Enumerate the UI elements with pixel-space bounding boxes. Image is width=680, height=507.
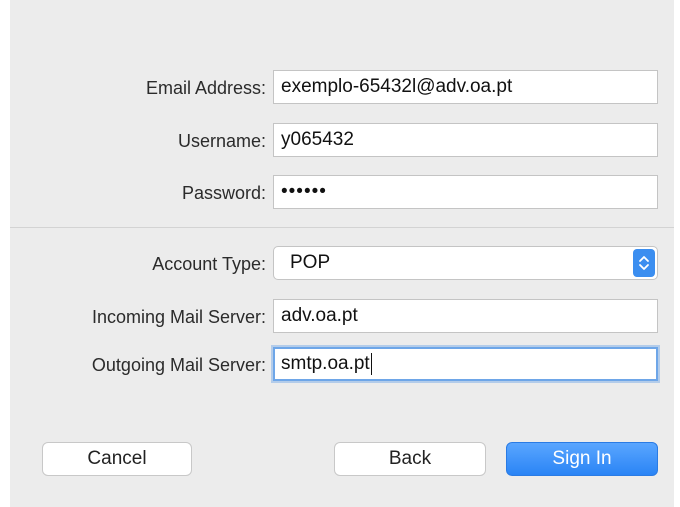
incoming-server-label: Incoming Mail Server: bbox=[91, 307, 266, 327]
password-field[interactable]: •••••• bbox=[273, 175, 658, 209]
outgoing-server-label: Outgoing Mail Server: bbox=[91, 355, 266, 375]
outgoing-server-value: smtp.oa.pt bbox=[281, 353, 370, 374]
email-label: Email Address: bbox=[145, 78, 266, 98]
password-row: Password: •••••• bbox=[10, 175, 674, 211]
outgoing-server-row: Outgoing Mail Server: smtp.oa.pt bbox=[10, 347, 674, 383]
sign-in-button[interactable]: Sign In bbox=[506, 442, 658, 476]
outgoing-server-field[interactable]: smtp.oa.pt bbox=[273, 347, 658, 381]
account-type-row: Account Type: POP bbox=[10, 246, 674, 282]
account-setup-panel: Email Address: exemplo-65432l@adv.oa.pt … bbox=[10, 0, 674, 507]
email-field[interactable]: exemplo-65432l@adv.oa.pt bbox=[273, 70, 658, 104]
account-type-select[interactable]: POP bbox=[273, 246, 658, 280]
password-label: Password: bbox=[181, 183, 266, 203]
account-type-value: POP bbox=[290, 252, 331, 273]
updown-arrows-icon[interactable] bbox=[633, 249, 655, 277]
username-row: Username: y065432 bbox=[10, 123, 674, 159]
username-label: Username: bbox=[177, 131, 266, 151]
username-field[interactable]: y065432 bbox=[273, 123, 658, 157]
text-caret bbox=[370, 352, 372, 375]
cancel-button[interactable]: Cancel bbox=[42, 442, 192, 476]
incoming-server-row: Incoming Mail Server: adv.oa.pt bbox=[10, 299, 674, 335]
section-divider bbox=[10, 227, 674, 228]
account-type-label: Account Type: bbox=[152, 254, 266, 274]
incoming-server-field[interactable]: adv.oa.pt bbox=[273, 299, 658, 333]
email-row: Email Address: exemplo-65432l@adv.oa.pt bbox=[10, 70, 674, 106]
back-button[interactable]: Back bbox=[334, 442, 486, 476]
